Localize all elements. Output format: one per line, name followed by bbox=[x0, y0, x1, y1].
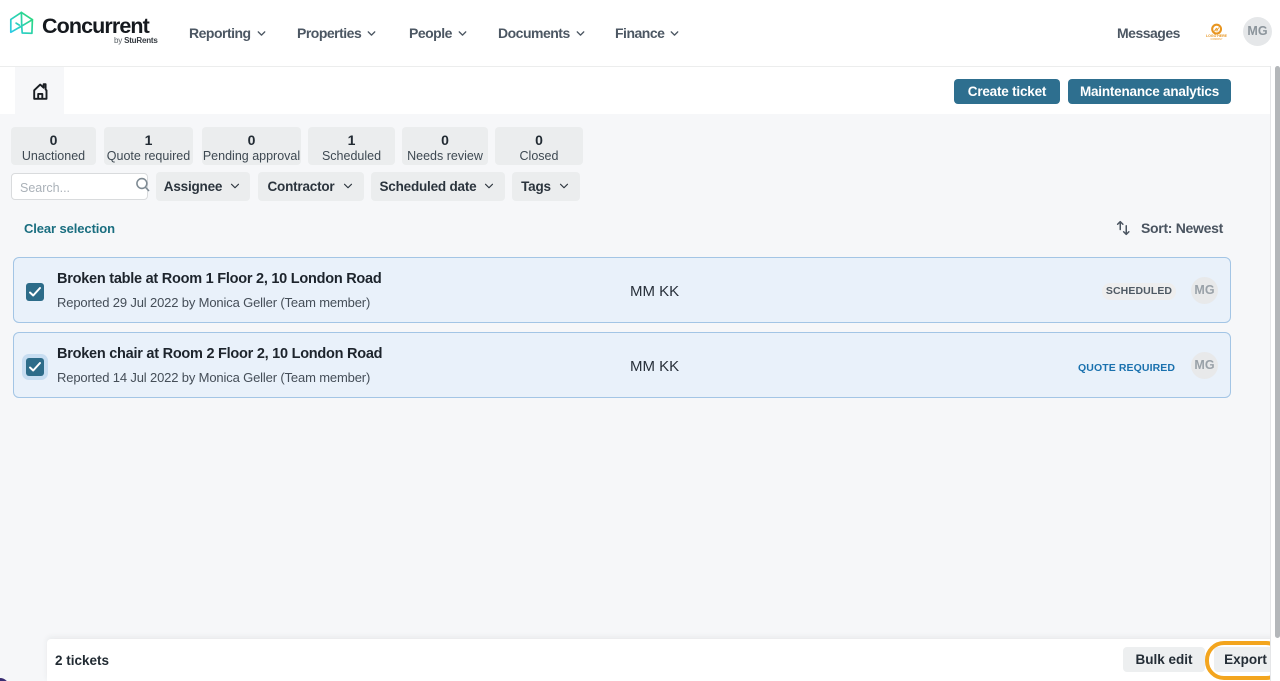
svg-text:COMPANY: COMPANY bbox=[1211, 38, 1223, 41]
